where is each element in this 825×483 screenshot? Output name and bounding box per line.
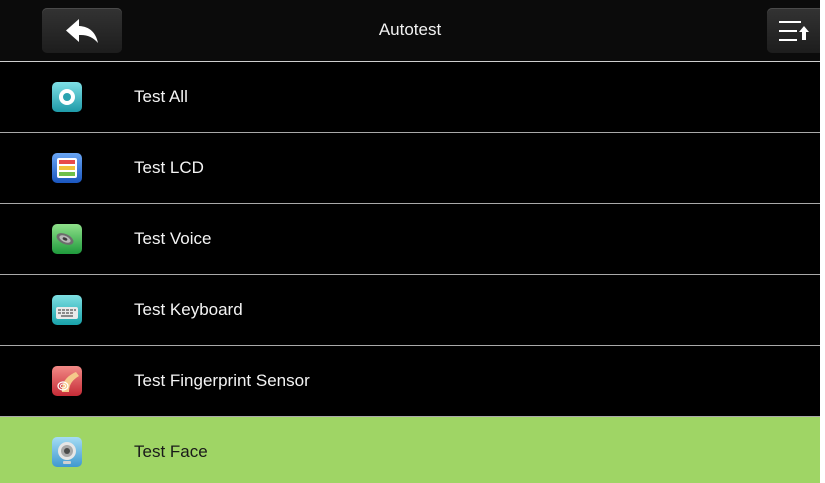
back-arrow-icon: [66, 19, 98, 43]
lcd-icon: [52, 153, 82, 183]
menu-button[interactable]: [767, 8, 820, 53]
item-label: Test All: [134, 87, 188, 106]
fingerprint-icon: [52, 366, 82, 396]
face-camera-icon: [52, 437, 82, 467]
item-label: Test Face: [134, 442, 208, 461]
list-item-test-voice[interactable]: Test Voice: [0, 204, 820, 275]
keyboard-icon: [52, 295, 82, 325]
test-all-icon: [52, 82, 82, 112]
header-bar: Autotest: [0, 0, 820, 62]
list-item-test-all[interactable]: Test All: [0, 62, 820, 133]
test-list: Test All Test LCD Test Voice Test Keyboa…: [0, 62, 820, 483]
list-item-test-face[interactable]: Test Face: [0, 417, 820, 483]
item-label: Test Fingerprint Sensor: [134, 371, 310, 390]
list-item-test-keyboard[interactable]: Test Keyboard: [0, 275, 820, 346]
sort-menu-icon: [779, 21, 809, 41]
list-item-test-lcd[interactable]: Test LCD: [0, 133, 820, 204]
item-label: Test Voice: [134, 229, 212, 248]
autotest-screen: Autotest Test All Test LCD Test Voice Te…: [0, 0, 820, 483]
page-title: Autotest: [378, 20, 442, 39]
item-label: Test Keyboard: [134, 300, 243, 319]
speaker-icon: [52, 224, 82, 254]
list-item-test-fingerprint-sensor[interactable]: Test Fingerprint Sensor: [0, 346, 820, 417]
item-label: Test LCD: [134, 158, 204, 177]
back-button[interactable]: [42, 8, 122, 53]
